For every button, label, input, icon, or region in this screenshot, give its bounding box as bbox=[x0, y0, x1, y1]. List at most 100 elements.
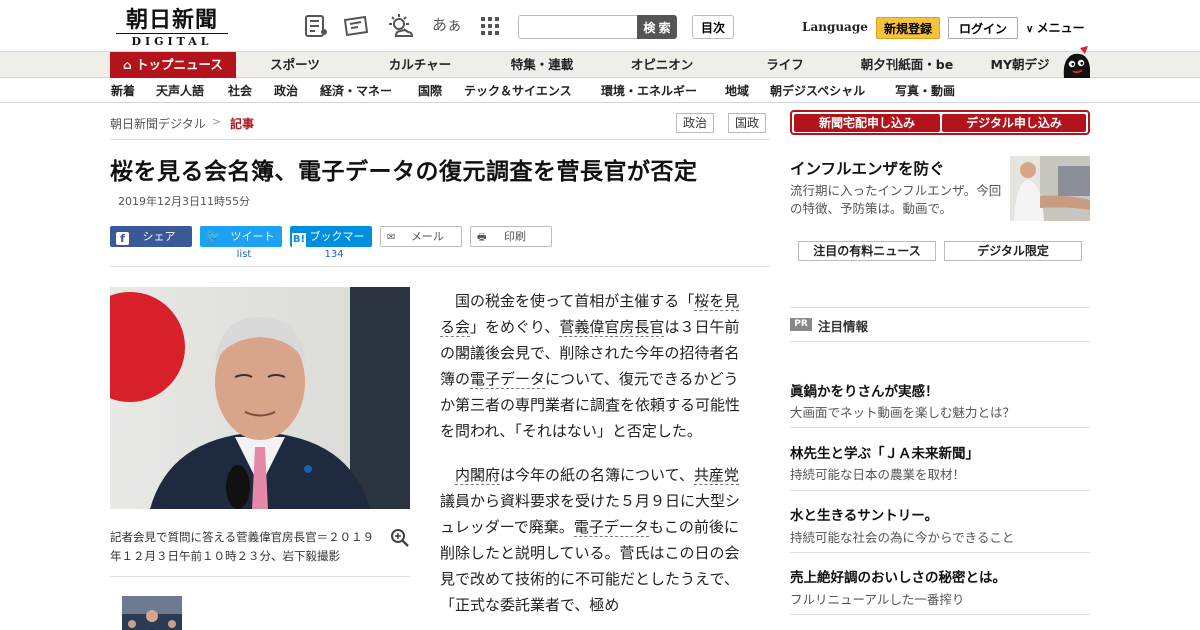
twitter-share-label: ツイート bbox=[230, 230, 275, 243]
tag-national[interactable]: 国政 bbox=[728, 113, 767, 133]
register-button[interactable]: 新規登録 bbox=[876, 17, 940, 39]
text: 国の税金を使って首相が主催する「 bbox=[455, 292, 695, 310]
promo-title[interactable]: インフルエンザを防ぐ bbox=[790, 157, 945, 179]
pr-section-title: 注目情報 bbox=[818, 319, 869, 334]
font-size-icon[interactable]: あぁ bbox=[432, 14, 462, 35]
print-icon: 🖶 bbox=[477, 232, 487, 243]
twitter-count[interactable]: list bbox=[200, 249, 288, 260]
divider bbox=[110, 576, 410, 577]
facebook-share-button[interactable]: f シェア bbox=[110, 226, 192, 247]
grid-menu-icon[interactable] bbox=[476, 12, 504, 40]
ad-text-4[interactable]: フルリニューアルした一番搾り bbox=[790, 589, 964, 608]
keyword-link[interactable]: 電子データ bbox=[573, 518, 649, 537]
search-button[interactable]: 検 索 bbox=[637, 15, 677, 39]
toc-button[interactable]: 目次 bbox=[692, 15, 734, 39]
text: 」をめぐり、 bbox=[470, 318, 560, 336]
nav-opinion[interactable]: オピニオン bbox=[614, 52, 710, 78]
tag-politics[interactable]: 政治 bbox=[676, 113, 715, 133]
subscribe-digital-button[interactable]: デジタル申し込み bbox=[942, 114, 1086, 132]
menu-button[interactable]: ∨ メニュー bbox=[1026, 19, 1085, 36]
weather-icon[interactable] bbox=[386, 12, 414, 40]
nav-tech[interactable]: テック＆サイエンス bbox=[464, 79, 572, 103]
site-header: 朝日新聞 DIGITAL あぁ 検 索 目次 Language 新規登録 ログイ… bbox=[0, 0, 1200, 52]
divider bbox=[790, 427, 1090, 428]
zoom-icon[interactable] bbox=[390, 528, 410, 548]
logo-sub: DIGITAL bbox=[116, 33, 228, 48]
nav-sports[interactable]: スポーツ bbox=[250, 52, 340, 78]
nav-politics[interactable]: 政治 bbox=[274, 79, 298, 103]
mascot-icon[interactable] bbox=[1058, 44, 1094, 80]
keyword-link[interactable]: 菅義偉官房長官 bbox=[559, 318, 665, 337]
secondary-nav: 新着 天声人語 社会 政治 経済・マネー 国際 テック＆サイエンス 環境・エネル… bbox=[0, 79, 1200, 103]
nav-special[interactable]: 朝デジスペシャル bbox=[770, 79, 865, 103]
home-icon: ⌂ bbox=[123, 58, 132, 72]
twitter-share-button[interactable]: 🐦 ツイート bbox=[200, 226, 282, 247]
breadcrumb-current: 記事 bbox=[230, 117, 255, 131]
ad-text-1[interactable]: 大画面でネット動画を楽しむ魅力とは？ bbox=[790, 402, 1015, 421]
thumbnail-image bbox=[122, 596, 182, 630]
hatena-count[interactable]: 134 bbox=[290, 249, 378, 260]
ad-title-1[interactable]: 眞鍋かをりさんが実感！ bbox=[790, 380, 939, 400]
promo-photo bbox=[1010, 156, 1090, 221]
breadcrumb-home[interactable]: 朝日新聞デジタル bbox=[110, 115, 206, 132]
ad-text-3[interactable]: 持続可能な社会の為に今からできること bbox=[790, 527, 1014, 546]
divider bbox=[110, 266, 770, 267]
promo-text: 流行期に入ったインフルエンザ。今回の特徴、予防策は。動画で。 bbox=[790, 183, 1002, 216]
article-photo[interactable] bbox=[110, 287, 410, 509]
mail-label: メール bbox=[410, 230, 444, 243]
promo-image[interactable] bbox=[1010, 156, 1090, 221]
hatena-bookmark-button[interactable]: B! ブックマーク bbox=[290, 226, 372, 264]
article-body: 国の税金を使って首相が主催する「桜を見る会」をめぐり、菅義偉官房長官は３日午前の… bbox=[440, 288, 750, 630]
text: は今年の紙の名簿について、 bbox=[500, 466, 694, 484]
breadcrumb-separator: > bbox=[212, 115, 222, 128]
subscribe-paper-button[interactable]: 新聞宅配申し込み bbox=[794, 114, 940, 132]
nav-tenseijingo[interactable]: 天声人語 bbox=[156, 79, 204, 103]
divider bbox=[790, 307, 1090, 308]
tab-paid-news[interactable]: 注目の有料ニュース bbox=[798, 241, 936, 261]
keyword-link[interactable]: 共産党 bbox=[693, 466, 739, 485]
nav-international[interactable]: 国際 bbox=[418, 79, 442, 103]
newspaper-icon[interactable] bbox=[302, 12, 330, 40]
ad-title-3[interactable]: 水と生きるサントリー。 bbox=[790, 504, 938, 524]
facebook-share-label: シェア bbox=[142, 230, 176, 243]
chevron-down-icon: ∨ bbox=[1026, 24, 1034, 35]
nav-photo[interactable]: 写真・動画 bbox=[895, 79, 955, 103]
nav-paper[interactable]: 朝夕刊紙面・be bbox=[852, 52, 962, 78]
article-paragraph-1: 国の税金を使って首相が主催する「桜を見る会」をめぐり、菅義偉官房長官は３日午前の… bbox=[440, 288, 750, 444]
subscribe-box: 新聞宅配申し込み デジタル申し込み bbox=[790, 110, 1090, 135]
tab-digital-only[interactable]: デジタル限定 bbox=[944, 241, 1082, 261]
nav-features[interactable]: 特集・連載 bbox=[494, 52, 590, 78]
divider bbox=[790, 490, 1090, 491]
search-input[interactable] bbox=[518, 15, 638, 39]
ad-title-4[interactable]: 売上絶好調のおいしさの秘密とは。 bbox=[790, 566, 1006, 586]
menu-label: メニュー bbox=[1036, 21, 1085, 35]
ad-title-2[interactable]: 林先生と学ぶ「ＪＡ未来新聞」 bbox=[790, 442, 979, 462]
keyword-link[interactable]: 内閣府 bbox=[455, 466, 501, 485]
nav-environment[interactable]: 環境・エネルギー bbox=[601, 79, 697, 103]
divider bbox=[790, 552, 1090, 553]
mail-icon: ✉ bbox=[387, 232, 396, 243]
nav-my-asadigi[interactable]: MY朝デジ bbox=[980, 52, 1060, 78]
nav-region[interactable]: 地域 bbox=[725, 79, 749, 103]
twitter-icon: 🐦 bbox=[206, 229, 221, 243]
ad-text-2[interactable]: 持続可能な日本の農業を取材！ bbox=[790, 464, 965, 483]
language-link[interactable]: Language bbox=[802, 20, 868, 34]
pr-badge: PR bbox=[790, 318, 812, 331]
nav-economy[interactable]: 経済・マネー bbox=[320, 79, 392, 103]
nav-life[interactable]: ライフ bbox=[740, 52, 830, 78]
keyword-link[interactable]: 電子データ bbox=[470, 370, 546, 389]
hatena-icon: B! bbox=[292, 233, 306, 247]
nav-society[interactable]: 社会 bbox=[228, 79, 252, 103]
nav-top-news[interactable]: ⌂ トップニュース bbox=[110, 52, 236, 78]
mail-button[interactable]: ✉ メール bbox=[380, 226, 462, 247]
site-logo[interactable]: 朝日新聞 DIGITAL bbox=[112, 8, 232, 48]
print-button[interactable]: 🖶 印刷 bbox=[470, 226, 552, 247]
divider bbox=[790, 614, 1090, 615]
nav-culture[interactable]: カルチャー bbox=[372, 52, 468, 78]
article-date: 2019年12月3日11時55分 bbox=[118, 195, 250, 208]
coupon-icon[interactable] bbox=[342, 12, 370, 40]
related-photo-thumbnail[interactable] bbox=[122, 596, 182, 630]
login-button[interactable]: ログイン bbox=[948, 17, 1018, 39]
nav-latest[interactable]: 新着 bbox=[111, 79, 135, 103]
facebook-icon: f bbox=[116, 232, 129, 245]
